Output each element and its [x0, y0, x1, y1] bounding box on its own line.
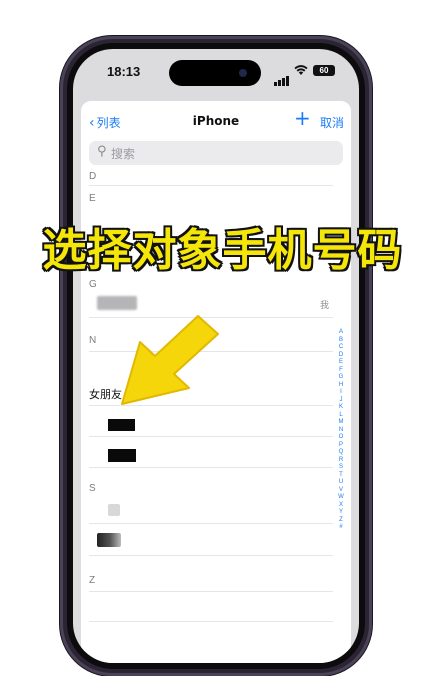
alphabet-index-letter[interactable]: R — [335, 457, 347, 465]
alphabet-index-letter[interactable]: B — [335, 337, 347, 345]
alphabet-index-letter[interactable]: Z — [335, 517, 347, 525]
divider — [89, 185, 333, 186]
status-bar: 18:13 60 — [73, 49, 359, 93]
search-placeholder: 搜索 — [111, 147, 136, 161]
divider — [89, 621, 333, 622]
alphabet-index-letter[interactable]: T — [335, 472, 347, 480]
my-card-tag: 我 — [319, 301, 329, 311]
redacted-phone-number[interactable] — [108, 419, 135, 431]
alphabet-index-letter[interactable]: J — [335, 397, 347, 405]
alphabet-index-letter[interactable]: Y — [335, 509, 347, 517]
alphabet-index-letter[interactable]: # — [335, 524, 347, 532]
alphabet-index-letter[interactable]: Q — [335, 449, 347, 457]
dynamic-island — [169, 60, 261, 86]
divider — [89, 523, 333, 524]
pointing-arrow-icon — [121, 315, 219, 405]
contact-row-redacted[interactable] — [97, 533, 121, 547]
divider — [89, 591, 333, 592]
alphabet-index-letter[interactable]: G — [335, 374, 347, 382]
section-header-n: N — [89, 335, 97, 346]
status-time: 18:13 — [107, 64, 141, 79]
overlay-caption: 选择对象手机号码 — [41, 224, 403, 278]
divider — [89, 436, 333, 437]
alphabet-index-letter[interactable]: N — [335, 427, 347, 435]
alphabet-index[interactable]: A B C D E F G H I J K L M N O P Q R S T U V W X Y Z # — [335, 329, 347, 532]
alphabet-index-letter[interactable]: W — [335, 494, 347, 502]
alphabet-index-letter[interactable]: S — [335, 464, 347, 472]
cancel-button[interactable]: 取消 — [320, 114, 344, 131]
section-header-e: E — [89, 193, 96, 204]
section-header-g: G — [89, 279, 97, 290]
redacted-phone-number[interactable] — [108, 449, 136, 462]
wifi-icon — [294, 65, 308, 75]
section-header-d: D — [89, 171, 97, 182]
alphabet-index-letter[interactable]: D — [335, 352, 347, 360]
section-header-s: S — [89, 483, 96, 494]
alphabet-index-letter[interactable]: I — [335, 389, 347, 397]
nav-bar: ‹ 列表 iPhone + 取消 — [81, 101, 351, 141]
divider — [89, 467, 333, 468]
alphabet-index-letter[interactable]: A — [335, 329, 347, 337]
alphabet-index-letter[interactable]: H — [335, 382, 347, 390]
contact-row-redacted[interactable] — [108, 504, 120, 516]
alphabet-index-letter[interactable]: L — [335, 412, 347, 420]
alphabet-index-letter[interactable]: X — [335, 502, 347, 510]
battery-icon: 60 — [313, 65, 335, 76]
alphabet-index-letter[interactable]: V — [335, 487, 347, 495]
alphabet-index-letter[interactable]: M — [335, 419, 347, 427]
alphabet-index-letter[interactable]: E — [335, 359, 347, 367]
alphabet-index-letter[interactable]: P — [335, 442, 347, 450]
contact-row-redacted[interactable] — [97, 296, 137, 310]
search-field[interactable]: ⚲ 搜索 — [89, 141, 343, 165]
alphabet-index-letter[interactable]: F — [335, 367, 347, 375]
alphabet-index-letter[interactable]: C — [335, 344, 347, 352]
add-contact-button[interactable]: + — [294, 108, 311, 128]
alphabet-index-letter[interactable]: U — [335, 479, 347, 487]
cellular-signal-icon — [274, 67, 290, 86]
divider — [89, 555, 333, 556]
alphabet-index-letter[interactable]: O — [335, 434, 347, 442]
search-icon: ⚲ — [97, 144, 107, 159]
alphabet-index-letter[interactable]: K — [335, 404, 347, 412]
section-header-z: Z — [89, 575, 96, 586]
camera-icon — [239, 69, 247, 77]
